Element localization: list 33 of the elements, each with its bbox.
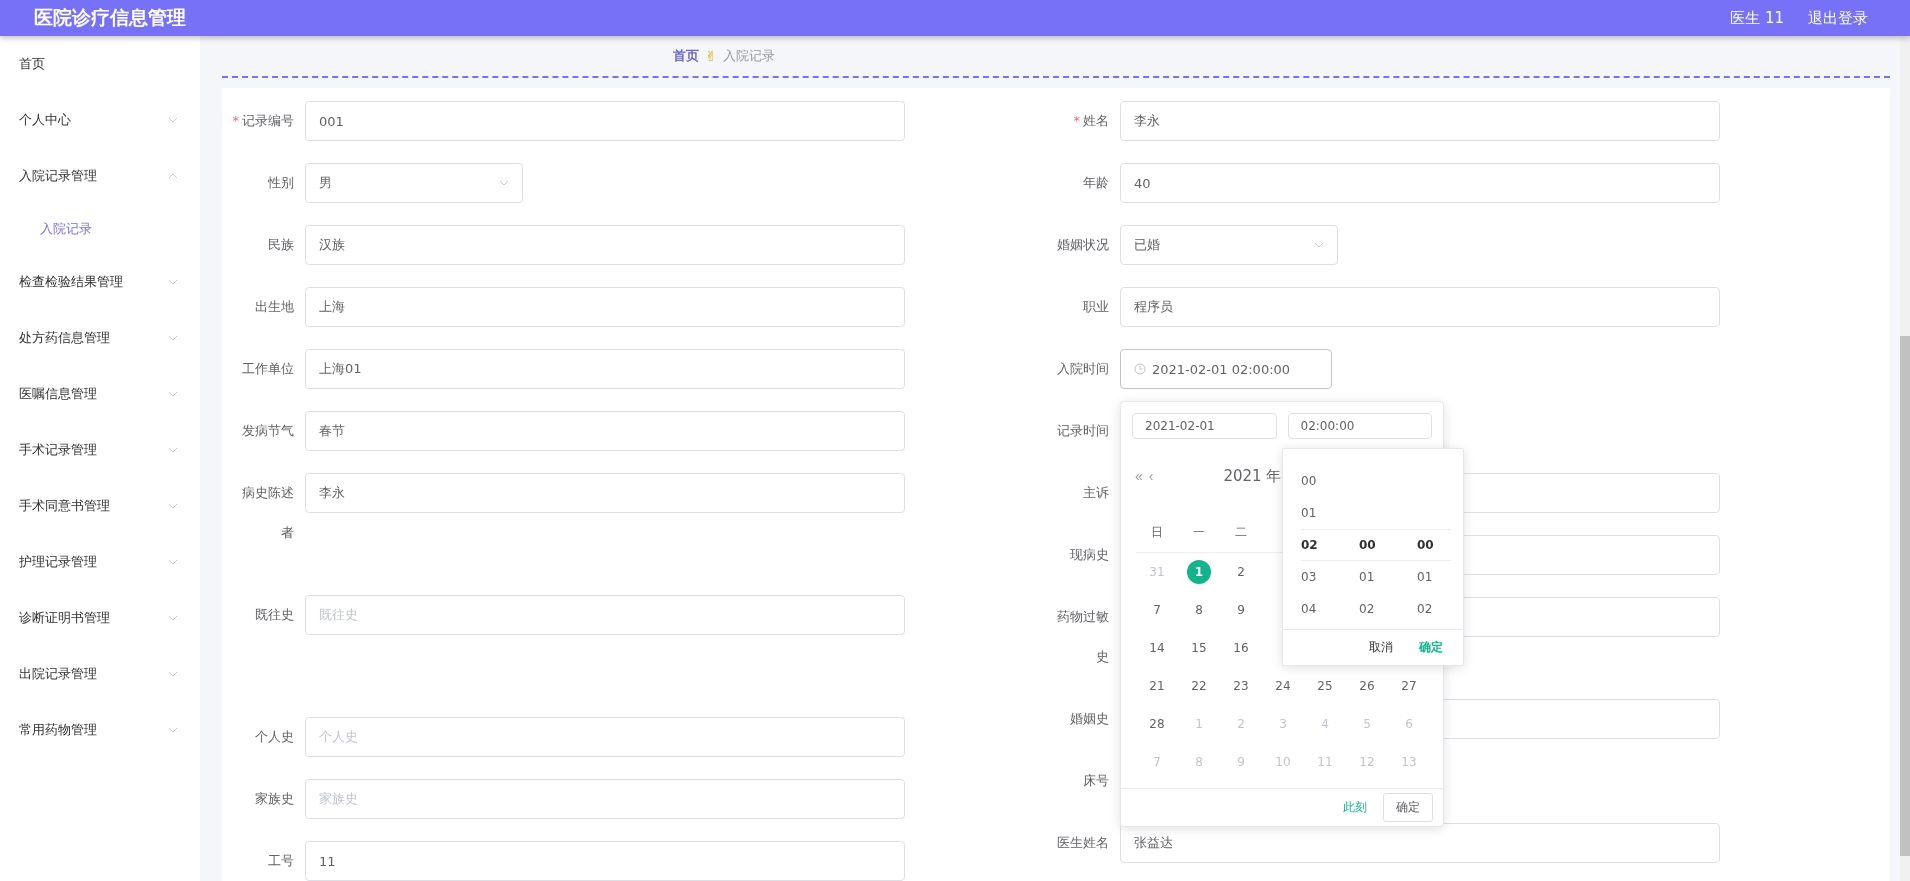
field-label: 床号 — [1083, 772, 1109, 790]
field-label: 病史陈述者 — [241, 484, 294, 542]
field-label: 既往史 — [255, 606, 294, 624]
weekday-label: 一 — [1178, 513, 1220, 553]
field-label: 年龄 — [1083, 174, 1109, 192]
field-label: 职业 — [1083, 298, 1109, 316]
field-label: 发病节气 — [242, 422, 294, 440]
field-label: 主诉 — [1083, 484, 1109, 502]
field-label: 药物过敏史 — [1056, 608, 1109, 666]
field-label: 入院时间 — [1057, 360, 1109, 378]
field-label: 性别 — [268, 174, 294, 192]
field-label: 现病史 — [1070, 546, 1109, 564]
weekday-label: 日 — [1136, 513, 1178, 553]
required-mark: * — [1073, 112, 1080, 130]
calendar-heading: 2021 年 — [1223, 466, 1282, 486]
field-label: 个人史 — [255, 728, 294, 746]
hand-icon: ✌ — [705, 48, 717, 64]
field-label: 家族史 — [255, 790, 294, 808]
field-label: 婚姻状况 — [1057, 236, 1109, 254]
field-label: 医生姓名 — [1057, 834, 1109, 852]
breadcrumb-item: 入院记录 — [722, 47, 775, 65]
field-label: 婚姻史 — [1070, 710, 1109, 728]
field-label: 记录时间 — [1057, 422, 1109, 440]
field-label: 民族 — [268, 236, 294, 254]
user-name: 医生 11 — [1730, 8, 1784, 28]
app-title: 医院诊疗信息管理 — [34, 5, 186, 30]
field-label: 出生地 — [255, 298, 294, 316]
field-label: 姓名 — [1083, 112, 1109, 130]
field-label: 记录编号 — [242, 112, 294, 130]
field-label: 工号 — [268, 852, 294, 870]
weekday-label: 二 — [1220, 513, 1262, 553]
required-mark: * — [232, 112, 239, 130]
field-label: 工作单位 — [242, 360, 294, 378]
